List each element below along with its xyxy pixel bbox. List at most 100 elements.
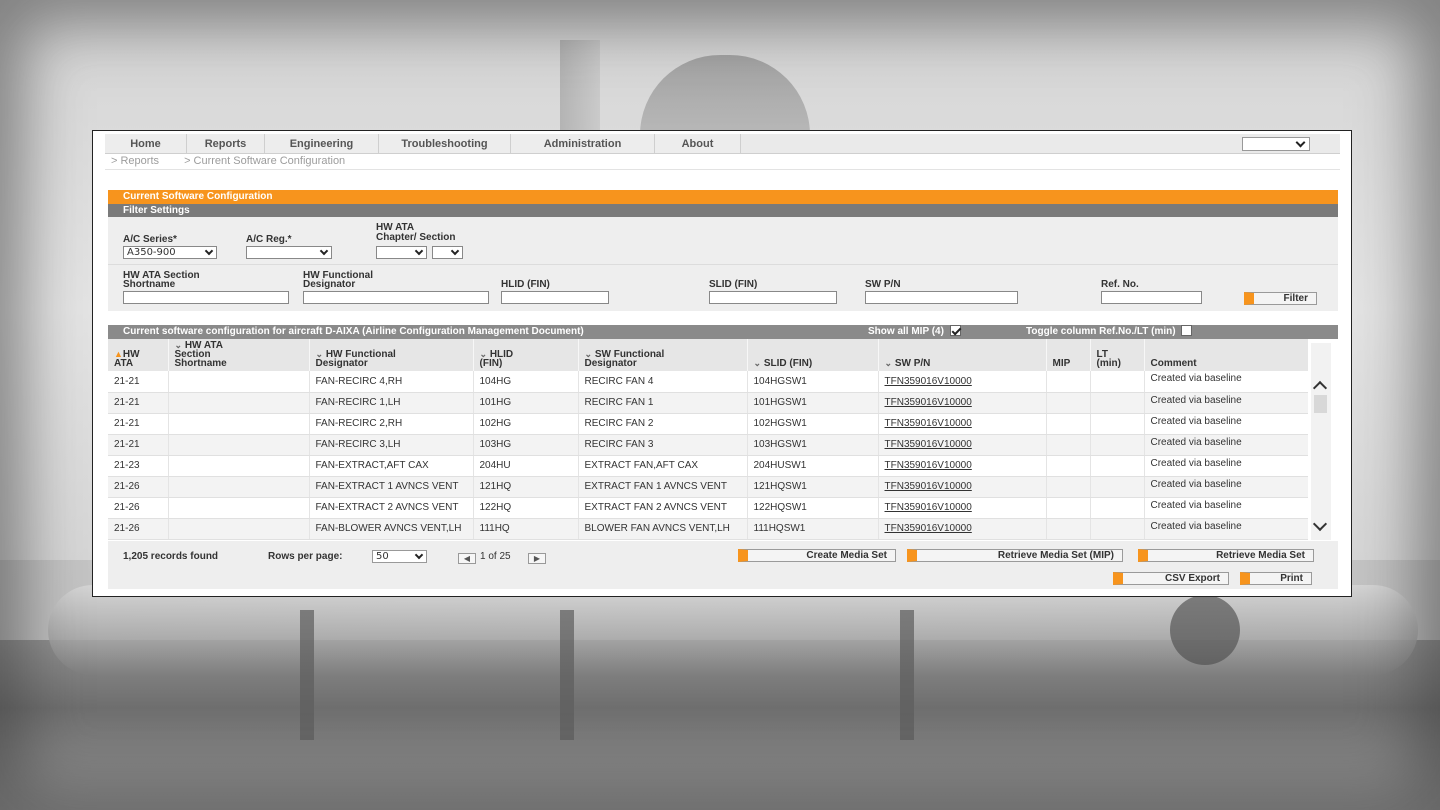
col-comment[interactable]: Comment <box>1144 339 1308 371</box>
prev-page-button[interactable]: ◀ <box>458 553 476 564</box>
chevron-up-icon[interactable] <box>1312 380 1328 396</box>
sw-pn-link[interactable]: TFN359016V10000 <box>885 418 972 429</box>
rows-per-page-select[interactable]: 50 <box>372 550 427 563</box>
table-row[interactable]: 21-21 FAN-RECIRC 2,RH 102HG RECIRC FAN 2 102… <box>108 413 1308 435</box>
col-label: (FIN) <box>479 358 503 369</box>
scrollbar-thumb[interactable] <box>1314 395 1327 413</box>
cell-lt <box>1090 413 1145 435</box>
slid-input[interactable] <box>709 291 837 304</box>
hw-ata-section-shortname-input[interactable] <box>123 291 289 304</box>
menu-troubleshooting[interactable]: Troubleshooting <box>379 134 511 153</box>
table-row[interactable]: 21-26 FAN-EXTRACT 2 AVNCS VENT 122HQ EXTRAC… <box>108 497 1308 519</box>
table-row[interactable]: 21-21 FAN-RECIRC 4,RH 104HG RECIRC FAN 4 104… <box>108 371 1308 393</box>
table-row[interactable]: 21-21 FAN-RECIRC 3,LH 103HG RECIRC FAN 3 103… <box>108 434 1308 456</box>
cell-shortname <box>168 434 310 456</box>
sw-pn-link[interactable]: TFN359016V10000 <box>885 481 972 492</box>
sw-pn-input[interactable] <box>865 291 1018 304</box>
create-media-set-button[interactable]: Create Media Set <box>738 549 896 562</box>
menu-engineering[interactable]: Engineering <box>265 134 379 153</box>
cell-mip <box>1046 413 1091 435</box>
sw-pn-link[interactable]: TFN359016V10000 <box>885 523 972 534</box>
prev-page-icon: ◀ <box>463 554 471 563</box>
cell-slid: 121HQSW1 <box>747 476 879 498</box>
table-scrollbar[interactable] <box>1311 343 1331 540</box>
cell-sw-pn: TFN359016V10000 <box>878 392 1047 414</box>
cell-hw-functional-designator: FAN-RECIRC 2,RH <box>309 413 474 435</box>
hlid-label: HLID (FIN) <box>501 279 550 290</box>
sw-pn-link[interactable]: TFN359016V10000 <box>885 439 972 450</box>
hw-ata-chapter-select[interactable] <box>376 246 427 259</box>
print-button[interactable]: Print <box>1240 572 1312 585</box>
main-menu: Home Reports Engineering Troubleshooting… <box>105 134 1340 154</box>
breadcrumb-reports[interactable]: > Reports <box>111 155 159 167</box>
cell-shortname <box>168 476 310 498</box>
cell-mip <box>1046 497 1091 519</box>
col-slid[interactable]: ⌄ SLID (FIN) <box>747 339 879 371</box>
cell-comment: Created via baseline <box>1144 497 1308 519</box>
cell-comment: Created via baseline <box>1144 434 1308 456</box>
sw-pn-link[interactable]: TFN359016V10000 <box>885 460 972 471</box>
show-all-mip-checkbox[interactable] <box>949 325 961 336</box>
sw-pn-link[interactable]: TFN359016V10000 <box>885 376 972 387</box>
col-hw-functional-designator[interactable]: ⌄ HW Functional Designator <box>309 339 474 371</box>
hw-ata-section-select[interactable] <box>432 246 463 259</box>
cell-hlid: 122HQ <box>473 497 579 519</box>
cell-comment: Created via baseline <box>1144 371 1308 393</box>
divider <box>105 169 1340 170</box>
col-label: ATA <box>114 358 134 369</box>
cell-hw-functional-designator: FAN-RECIRC 4,RH <box>309 371 474 393</box>
hw-functional-designator-input[interactable] <box>303 291 489 304</box>
col-lt[interactable]: LT (min) <box>1090 339 1145 371</box>
cell-hw-ata: 21-21 <box>108 434 169 456</box>
cell-slid: 103HGSW1 <box>747 434 879 456</box>
retrieve-media-set-mip-button[interactable]: Retrieve Media Set (MIP) <box>907 549 1123 562</box>
col-hlid[interactable]: ⌄ HLID (FIN) <box>473 339 579 371</box>
toggle-column-label: Toggle column Ref.No./LT (min) <box>1026 326 1176 337</box>
col-label: SLID (FIN) <box>763 358 813 369</box>
toggle-column-checkbox[interactable] <box>1181 325 1193 336</box>
cell-sw-pn: TFN359016V10000 <box>878 434 1047 456</box>
hlid-input[interactable] <box>501 291 609 304</box>
next-page-icon: ▶ <box>533 554 541 563</box>
cell-shortname <box>168 518 310 540</box>
cell-mip <box>1046 371 1091 393</box>
col-sw-pn[interactable]: ⌄ SW P/N <box>878 339 1047 371</box>
col-hw-ata-section-shortname[interactable]: ⌄ HW ATA Section Shortname <box>168 339 310 371</box>
ac-reg-select[interactable] <box>246 246 332 259</box>
table-row[interactable]: 21-23 FAN-EXTRACT,AFT CAX 204HU EXTRACT FAN… <box>108 455 1308 477</box>
menu-reports[interactable]: Reports <box>187 134 265 153</box>
ref-no-input[interactable] <box>1101 291 1202 304</box>
col-mip[interactable]: MIP <box>1046 339 1091 371</box>
breadcrumb: > Reports > Current Software Configurati… <box>111 155 367 167</box>
table-row[interactable]: 21-26 FAN-BLOWER AVNCS VENT,LH 111HQ BLOWER… <box>108 518 1308 540</box>
filter-button[interactable]: Filter <box>1244 292 1317 305</box>
cell-hw-ata: 21-21 <box>108 413 169 435</box>
table-row[interactable]: 21-21 FAN-RECIRC 1,LH 101HG RECIRC FAN 1 101… <box>108 392 1308 414</box>
cell-slid: 111HQSW1 <box>747 518 879 540</box>
table-header-row: ▲HW ATA ⌄ HW ATA Section Shortname ⌄ HW Fun… <box>108 339 1308 371</box>
cell-slid: 122HQSW1 <box>747 497 879 519</box>
chevron-down-icon[interactable] <box>1312 516 1328 532</box>
menu-home[interactable]: Home <box>105 134 187 153</box>
sw-pn-link[interactable]: TFN359016V10000 <box>885 502 972 513</box>
table-row[interactable]: 21-26 FAN-EXTRACT 1 AVNCS VENT 121HQ EXTRAC… <box>108 476 1308 498</box>
rows-per-page-value: 50 <box>376 551 389 562</box>
menu-administration[interactable]: Administration <box>511 134 655 153</box>
next-page-button[interactable]: ▶ <box>528 553 546 564</box>
breadcrumb-current: > Current Software Configuration <box>184 155 346 167</box>
cell-mip <box>1046 392 1091 414</box>
csv-export-button[interactable]: CSV Export <box>1113 572 1229 585</box>
col-hw-ata[interactable]: ▲HW ATA <box>108 339 169 371</box>
col-sw-functional-designator[interactable]: ⌄ SW Functional Designator <box>578 339 748 371</box>
ac-series-select[interactable]: A350-900 <box>123 246 217 259</box>
results-title: Current software configuration for aircr… <box>123 326 584 337</box>
language-select[interactable] <box>1242 137 1310 151</box>
cell-sw-pn: TFN359016V10000 <box>878 371 1047 393</box>
retrieve-media-set-button[interactable]: Retrieve Media Set <box>1138 549 1314 562</box>
cell-shortname <box>168 455 310 477</box>
cell-slid: 101HGSW1 <box>747 392 879 414</box>
sw-pn-link[interactable]: TFN359016V10000 <box>885 397 972 408</box>
filter-panel: A/C Series* A350-900 A/C Reg.* HW ATA Ch… <box>108 217 1338 311</box>
menu-about[interactable]: About <box>655 134 741 153</box>
cell-mip <box>1046 434 1091 456</box>
